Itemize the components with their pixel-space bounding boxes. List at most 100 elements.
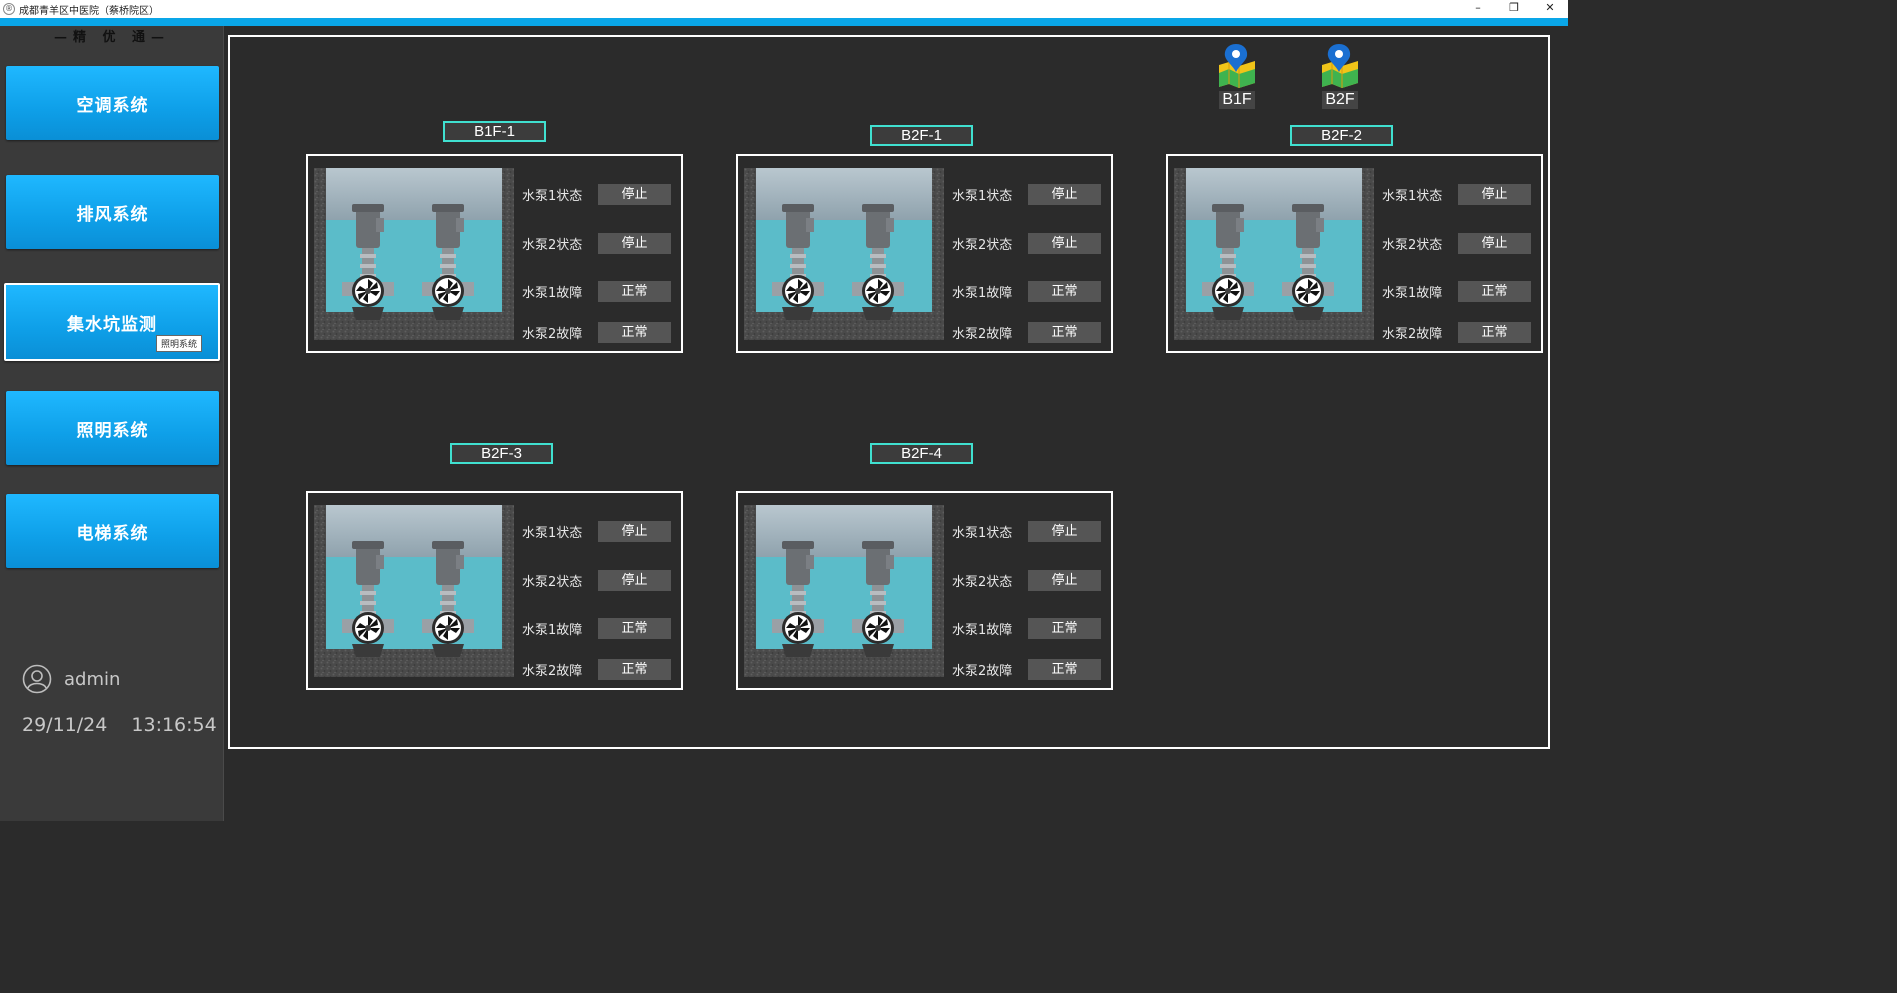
status-label: 水泵1状态 bbox=[952, 525, 1013, 541]
sump-panel-b2f-4: 水泵1状态 停止 水泵2状态 停止 水泵1故障 正常 水泵2故障 正常 bbox=[736, 491, 1113, 690]
unit-label-b1f-1: B1F-1 bbox=[443, 121, 546, 142]
map-pin-icon bbox=[1219, 44, 1255, 88]
accent-strip bbox=[0, 18, 1568, 26]
nav-button-sump-monitoring[interactable]: 集水坑监测 照明系统 bbox=[4, 283, 220, 361]
status-label: 水泵1故障 bbox=[522, 285, 583, 301]
status-label: 水泵2状态 bbox=[522, 237, 583, 253]
window-controls: – ❐ ✕ bbox=[1460, 0, 1568, 18]
status-value: 停止 bbox=[1028, 520, 1101, 542]
sump-panel-b2f-3: 水泵1状态 停止 水泵2状态 停止 水泵1故障 正常 水泵2故障 正常 bbox=[306, 491, 683, 690]
status-row: 水泵2故障 正常 bbox=[952, 321, 1112, 343]
status-label: 水泵2状态 bbox=[1382, 237, 1443, 253]
sump-pit-illustration bbox=[314, 168, 514, 340]
status-value: 正常 bbox=[598, 280, 671, 302]
sump-pit-illustration bbox=[744, 168, 944, 340]
status-value: 正常 bbox=[1028, 658, 1101, 680]
status-label: 水泵2故障 bbox=[952, 663, 1013, 679]
status-value: 停止 bbox=[1458, 183, 1531, 205]
datetime: 29/11/24 13:16:54 bbox=[22, 714, 217, 736]
status-label: 水泵1故障 bbox=[522, 622, 583, 638]
status-row: 水泵1状态 停止 bbox=[952, 183, 1112, 205]
unit-label-b2f-3: B2F-3 bbox=[450, 443, 553, 464]
status-row: 水泵2状态 停止 bbox=[522, 232, 682, 254]
window-title: 成都青羊区中医院（蔡桥院区） bbox=[19, 5, 159, 17]
status-row: 水泵2故障 正常 bbox=[522, 321, 682, 343]
status-value: 正常 bbox=[598, 321, 671, 343]
status-label: 水泵2状态 bbox=[952, 237, 1013, 253]
user-info[interactable]: admin bbox=[22, 664, 120, 694]
status-value: 正常 bbox=[1028, 617, 1101, 639]
status-row: 水泵2状态 停止 bbox=[952, 232, 1112, 254]
sidebar: —精 优 通— 空调系统 排风系统 集水坑监测 照明系统 照明系统 电梯系统 a… bbox=[0, 26, 224, 821]
close-icon[interactable]: ✕ bbox=[1532, 0, 1568, 18]
status-row: 水泵2状态 停止 bbox=[522, 569, 682, 591]
status-label: 水泵2故障 bbox=[522, 663, 583, 679]
unit-label-b2f-1: B2F-1 bbox=[870, 125, 973, 146]
status-value: 停止 bbox=[598, 569, 671, 591]
nav-button-label: 空调系统 bbox=[76, 95, 149, 116]
status-row: 水泵1故障 正常 bbox=[522, 280, 682, 302]
status-row: 水泵1状态 停止 bbox=[522, 183, 682, 205]
status-row: 水泵2状态 停止 bbox=[952, 569, 1112, 591]
unit-label-b2f-4: B2F-4 bbox=[870, 443, 973, 464]
status-value: 停止 bbox=[598, 520, 671, 542]
status-value: 正常 bbox=[598, 617, 671, 639]
status-row: 水泵1故障 正常 bbox=[952, 280, 1112, 302]
restore-icon[interactable]: ❐ bbox=[1496, 0, 1532, 18]
sump-panel-b2f-1: 水泵1状态 停止 水泵2状态 停止 水泵1故障 正常 水泵2故障 正常 bbox=[736, 154, 1113, 353]
nav-button-elevator[interactable]: 电梯系统 bbox=[6, 494, 219, 568]
status-value: 停止 bbox=[1028, 232, 1101, 254]
nav-button-label: 照明系统 bbox=[76, 420, 149, 441]
status-row: 水泵1状态 停止 bbox=[952, 520, 1112, 542]
sump-pit-illustration bbox=[744, 505, 944, 677]
status-row: 水泵1故障 正常 bbox=[522, 617, 682, 639]
nav-button-hvac[interactable]: 空调系统 bbox=[6, 66, 219, 140]
window-titlebar: ® 成都青羊区中医院（蔡桥院区） – ❐ ✕ bbox=[0, 0, 1568, 18]
status-label: 水泵1状态 bbox=[522, 525, 583, 541]
floor-label: B1F bbox=[1219, 91, 1255, 109]
main-panel: B1F B2F B1F-1 B2F-1 B2F-2 B2F-3 B2F-4 水泵… bbox=[228, 35, 1550, 749]
status-label: 水泵1故障 bbox=[1382, 285, 1443, 301]
status-value: 停止 bbox=[1028, 183, 1101, 205]
date-text: 29/11/24 bbox=[22, 714, 108, 736]
sump-panel-b2f-2: 水泵1状态 停止 水泵2状态 停止 水泵1故障 正常 水泵2故障 正常 bbox=[1166, 154, 1543, 353]
status-label: 水泵2状态 bbox=[952, 574, 1013, 590]
minimize-icon[interactable]: – bbox=[1460, 0, 1496, 18]
status-value: 正常 bbox=[1028, 280, 1101, 302]
status-label: 水泵2故障 bbox=[522, 326, 583, 342]
nav-button-lighting[interactable]: 照明系统 bbox=[6, 391, 219, 465]
sump-pit-illustration bbox=[314, 505, 514, 677]
status-value: 停止 bbox=[1028, 569, 1101, 591]
status-value: 停止 bbox=[1458, 232, 1531, 254]
status-value: 停止 bbox=[598, 232, 671, 254]
username: admin bbox=[64, 668, 121, 690]
status-label: 水泵1状态 bbox=[952, 188, 1013, 204]
nav-button-exhaust[interactable]: 排风系统 bbox=[6, 175, 219, 249]
unit-label-b2f-2: B2F-2 bbox=[1290, 125, 1393, 146]
user-avatar-icon bbox=[22, 664, 52, 694]
sump-pit-illustration bbox=[1174, 168, 1374, 340]
status-row: 水泵1故障 正常 bbox=[952, 617, 1112, 639]
app-icon: ® bbox=[3, 3, 15, 15]
floor-map-b2f[interactable]: B2F bbox=[1317, 43, 1363, 109]
floor-map-b1f[interactable]: B1F bbox=[1214, 43, 1260, 109]
brand-logo-text: —精 优 通— bbox=[53, 30, 171, 45]
status-value: 正常 bbox=[598, 658, 671, 680]
status-value: 正常 bbox=[1458, 280, 1531, 302]
status-label: 水泵2故障 bbox=[1382, 326, 1443, 342]
time-text: 13:16:54 bbox=[131, 714, 217, 736]
status-row: 水泵2故障 正常 bbox=[522, 658, 682, 680]
nav-button-label: 集水坑监测 bbox=[67, 314, 157, 335]
sump-panel-b1f-1: 水泵1状态 停止 水泵2状态 停止 水泵1故障 正常 水泵2故障 正常 bbox=[306, 154, 683, 353]
status-value: 正常 bbox=[1028, 321, 1101, 343]
status-label: 水泵1故障 bbox=[952, 285, 1013, 301]
nav-button-label: 电梯系统 bbox=[76, 523, 149, 544]
floor-label: B2F bbox=[1322, 91, 1358, 109]
status-label: 水泵2状态 bbox=[522, 574, 583, 590]
map-pin-icon bbox=[1322, 44, 1358, 88]
status-row: 水泵2状态 停止 bbox=[1382, 232, 1542, 254]
status-label: 水泵1故障 bbox=[952, 622, 1013, 638]
status-row: 水泵2故障 正常 bbox=[1382, 321, 1542, 343]
tooltip: 照明系统 bbox=[155, 335, 202, 352]
status-row: 水泵2故障 正常 bbox=[952, 658, 1112, 680]
